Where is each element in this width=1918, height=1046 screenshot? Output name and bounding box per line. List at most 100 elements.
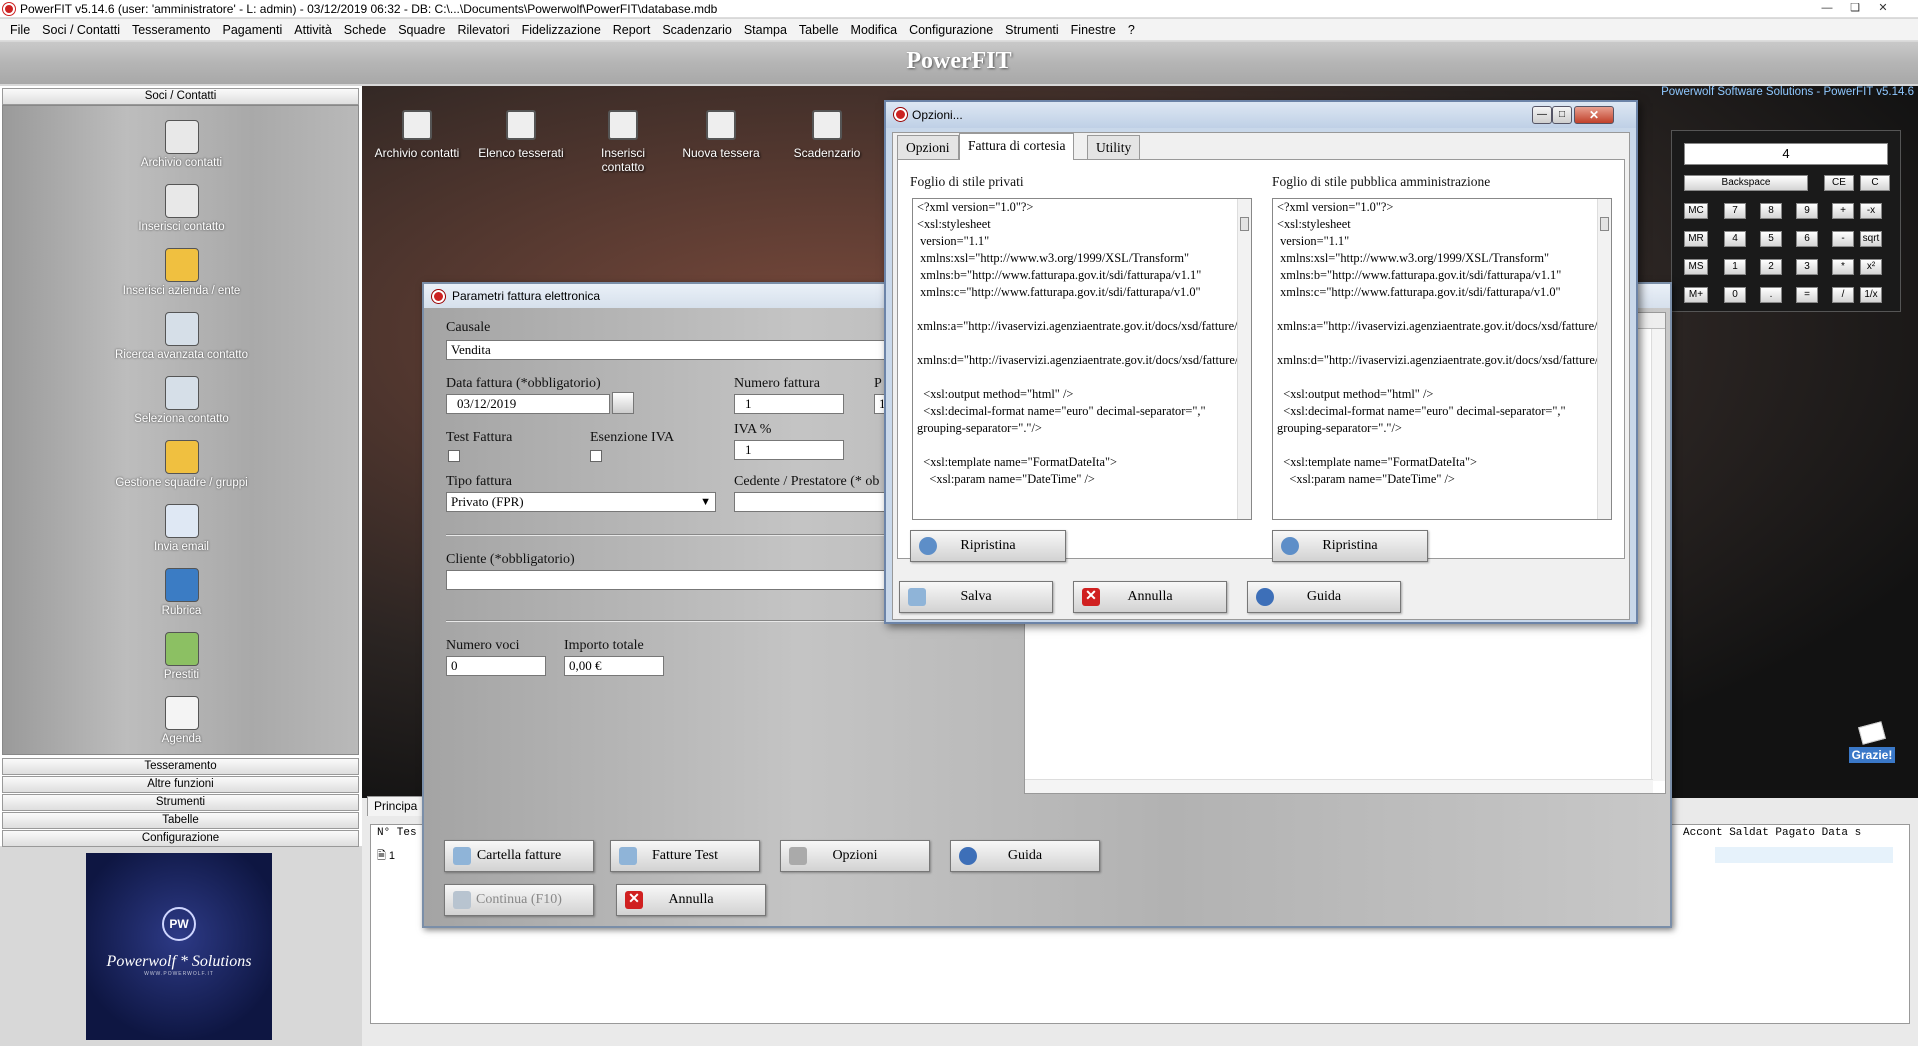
close-icon[interactable]: ✕ [1870,0,1896,16]
calculator-button[interactable]: 6 [1796,231,1818,247]
sidebar-item[interactable]: Ricerca avanzata contatto [3,312,360,361]
tipo-fattura-select[interactable]: Privato (FPR) ▼ [446,492,716,512]
vertical-scrollbar[interactable] [1237,199,1251,519]
calculator-button[interactable]: 3 [1796,259,1818,275]
pa-xml-editor[interactable]: <?xml version="1.0"?> <xsl:stylesheet ve… [1272,198,1612,520]
minimize-icon[interactable]: — [1814,0,1840,16]
toolbar-item[interactable]: Inserisci contatto [578,110,668,174]
toolbar-item[interactable]: Nuova tessera [676,110,766,160]
grazie-widget[interactable]: Grazie! [1846,718,1898,774]
esenzione-iva-checkbox[interactable] [590,450,602,462]
calculator-button[interactable]: M+ [1684,287,1708,303]
opzioni-button[interactable]: Opzioni [780,840,930,872]
sidebar-item[interactable]: Gestione squadre / gruppi [3,440,360,489]
toolbar-item[interactable]: Archivio contatti [372,110,462,160]
calculator-button[interactable]: MC [1684,203,1708,219]
toolbar-item[interactable]: Elenco tesserati [476,110,566,160]
horizontal-scrollbar[interactable] [1025,779,1653,793]
calculator-button[interactable]: . [1760,287,1782,303]
menu-item[interactable]: Pagamenti [217,23,289,37]
calculator-button[interactable]: -x [1860,203,1882,219]
data-fattura-field[interactable]: 03/12/2019 [446,394,610,414]
calculator-button[interactable]: x² [1860,259,1882,275]
test-fattura-checkbox[interactable] [448,450,460,462]
sidebar-item[interactable]: Prestiti [3,632,360,681]
sidebar-item[interactable]: Inserisci azienda / ente [3,248,360,297]
tab-fattura-cortesia[interactable]: Fattura di cortesia [959,133,1075,160]
calculator-button[interactable]: 9 [1796,203,1818,219]
calculator-button[interactable]: MR [1684,231,1708,247]
menu-item[interactable]: Soci / Contatti [36,23,126,37]
menu-item[interactable]: Scadenzario [656,23,738,37]
tab-principale[interactable]: Principa [367,796,425,816]
calculator-button[interactable]: - [1832,231,1854,247]
calculator-button[interactable]: * [1832,259,1854,275]
menu-item[interactable]: Schede [338,23,392,37]
tab-opzioni[interactable]: Opzioni [897,135,959,159]
sidebar-section-header[interactable]: Strumenti [2,794,359,811]
cliente-field[interactable] [446,570,886,590]
calculator-button[interactable]: sqrt [1860,231,1882,247]
calculator-button[interactable]: 0 [1724,287,1746,303]
calculator-button[interactable]: 5 [1760,231,1782,247]
calculator-button[interactable]: C [1860,175,1890,191]
calendar-icon[interactable] [612,392,634,414]
tab-utility[interactable]: Utility [1087,135,1141,159]
sidebar-section-header[interactable]: Tesseramento [2,758,359,775]
calculator-button[interactable]: Backspace [1684,175,1808,191]
restore-icon[interactable]: ❑ [1842,0,1868,16]
calculator-button[interactable]: CE [1824,175,1854,191]
fatture-test-button[interactable]: Fatture Test [610,840,760,872]
calculator-button[interactable]: + [1832,203,1854,219]
menu-item[interactable]: Tabelle [793,23,845,37]
sidebar-section-header[interactable]: Configurazione [2,830,359,847]
list-row[interactable]: 🗎 1 [377,847,395,866]
calculator-button[interactable]: 1 [1724,259,1746,275]
calculator-button[interactable]: 7 [1724,203,1746,219]
calculator-button[interactable]: 8 [1760,203,1782,219]
menu-item[interactable]: Finestre [1065,23,1122,37]
menu-item[interactable]: Modifica [845,23,904,37]
menu-item[interactable]: Attività [288,23,338,37]
calculator-button[interactable]: 2 [1760,259,1782,275]
toolbar-item[interactable]: Scadenzario [782,110,872,160]
menu-item[interactable]: File [4,23,36,37]
sidebar-item[interactable]: Rubrica [3,568,360,617]
salva-button[interactable]: Salva [899,581,1053,613]
annulla-button[interactable]: ✕ Annulla [616,884,766,916]
sidebar-item[interactable]: Archivio contatti [3,120,360,169]
ripristina-privati-button[interactable]: Ripristina [910,530,1066,562]
causale-field[interactable]: Vendita [446,340,886,360]
sidebar-item[interactable]: Seleziona contatto [3,376,360,425]
calculator-button[interactable]: MS [1684,259,1708,275]
sidebar-section-header[interactable]: Tabelle [2,812,359,829]
sidebar-item[interactable]: Agenda [3,696,360,745]
close-icon[interactable]: ✕ [1574,106,1614,124]
sidebar-header[interactable]: Soci / Contatti [2,88,359,105]
sidebar-section-header[interactable]: Altre funzioni [2,776,359,793]
cartella-fatture-button[interactable]: Cartella fatture [444,840,594,872]
menu-item[interactable]: Fidelizzazione [516,23,607,37]
numero-fattura-field[interactable]: 1 [734,394,844,414]
vertical-scrollbar[interactable] [1597,199,1611,519]
scroll-thumb[interactable] [1600,217,1609,231]
calculator-button[interactable]: 1/x [1860,287,1882,303]
continua-button[interactable]: Continua (F10) [444,884,594,916]
menu-item[interactable]: Tesseramento [126,23,217,37]
privati-xml-editor[interactable]: <?xml version="1.0"?> <xsl:stylesheet ve… [912,198,1252,520]
menu-item[interactable]: ? [1122,23,1141,37]
iva-field[interactable]: 1 [734,440,844,460]
menu-item[interactable]: Report [607,23,657,37]
guida-button[interactable]: Guida [950,840,1100,872]
minimize-icon[interactable]: — [1532,106,1552,124]
calculator-button[interactable]: = [1796,287,1818,303]
cedente-field[interactable] [734,492,886,512]
guida-opzioni-button[interactable]: Guida [1247,581,1401,613]
menu-item[interactable]: Strumenti [999,23,1065,37]
menu-item[interactable]: Rilevatori [451,23,515,37]
calculator-button[interactable]: 4 [1724,231,1746,247]
menu-item[interactable]: Squadre [392,23,451,37]
vertical-scrollbar[interactable] [1651,329,1665,781]
maximize-icon[interactable]: □ [1552,106,1572,124]
annulla-opzioni-button[interactable]: ✕ Annulla [1073,581,1227,613]
